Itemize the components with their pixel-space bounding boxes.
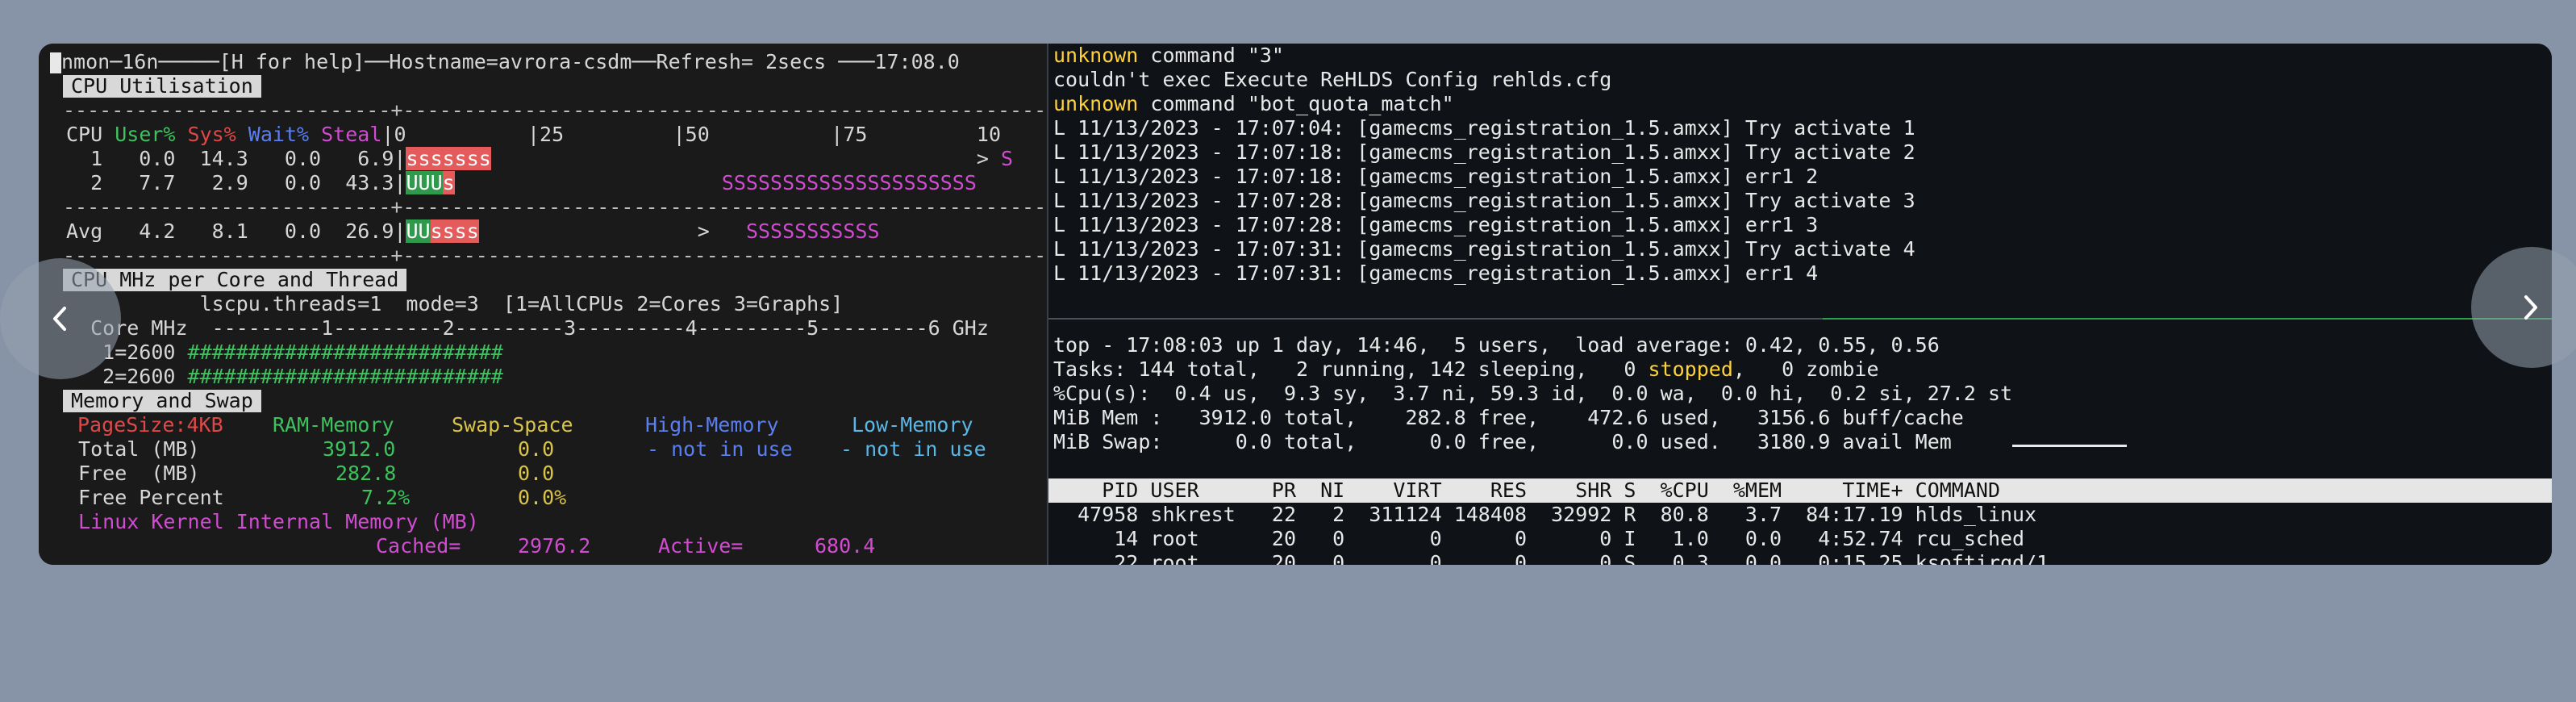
mem-free-label: Free (MB) [66, 462, 200, 485]
mhz-row-2: 2=2600 ########################## [66, 365, 503, 388]
steal-underline [2012, 445, 2127, 447]
process-row[interactable]: 47958 shkrest 22 2 311124 148408 32992 R… [1053, 503, 2036, 527]
dash-separator: ---------------------------+------------… [63, 244, 1047, 267]
core-mhz-scale: Core MHz ---------1---------2---------3-… [66, 316, 989, 340]
mem-total-high: - not in use [647, 437, 793, 461]
mhz-row-1: 1=2600 ########################## [66, 341, 503, 364]
kernel-memory-title: Linux Kernel Internal Memory (MB) [66, 510, 479, 533]
chevron-right-icon [2524, 295, 2537, 320]
top-tasks: Tasks: 144 total, 2 running, 142 sleepin… [1053, 357, 1879, 381]
dash-separator: ---------------------------+------------… [63, 98, 1047, 122]
mhz-section-header: CPU MHz per Core and Thread [63, 268, 407, 292]
mem-section-header: Memory and Swap [63, 389, 261, 413]
mem-free-swap: 0.0 [518, 462, 555, 485]
top-mem: MiB Mem : 3912.0 total, 282.8 free, 472.… [1053, 406, 1964, 429]
cached-value: 2976.2 [518, 534, 591, 558]
console-line: unknown command "3" [1053, 44, 1284, 67]
mem-free-percent-swap: 0.0% [518, 486, 567, 509]
mem-total-label: Total (MB) [66, 437, 200, 461]
mem-free-percent-ram: 7.2% [361, 486, 411, 509]
console-line: L 11/13/2023 - 17:07:31: [gamecms_regist… [1053, 261, 1819, 285]
ram-memory-header: RAM-Memory [273, 413, 394, 437]
mem-free-percent-label: Free Percent [66, 486, 224, 509]
cpu-row-2: 2 7.7 2.9 0.0 43.3|UUUs SSSSSSSSSSSSSSSS… [66, 171, 977, 194]
top-column-header-bar: PID USER PR NI VIRT RES SHR S %CPU %MEM … [1048, 478, 2552, 503]
cpu-2-sys-bar: s [442, 171, 455, 194]
avg-sys-bar: ssss [430, 219, 479, 243]
console-line: L 11/13/2023 - 17:07:04: [gamecms_regist… [1053, 116, 1915, 140]
avg-user-bar: UU [406, 219, 431, 243]
lscpu-line: lscpu.threads=1 mode=3 [1=AllCPUs 2=Core… [66, 292, 844, 315]
top-swap: MiB Swap: 0.0 total, 0.0 free, 0.0 used.… [1053, 430, 1952, 453]
mem-total-low: - not in use [840, 437, 986, 461]
console-top-pane[interactable]: unknown command "3" couldn't exec Execut… [1048, 44, 2552, 565]
console-line: L 11/13/2023 - 17:07:31: [gamecms_regist… [1053, 237, 1915, 261]
top-column-header: PID USER PR NI VIRT RES SHR S %CPU %MEM … [1053, 478, 2000, 502]
screenshot-frame: nmon─16n─────[H for help]──Hostname=avro… [39, 44, 2552, 565]
active-label: Active= [658, 534, 744, 558]
console-line: couldn't exec Execute ReHLDS Config rehl… [1053, 68, 1612, 91]
cpu-2-user-bar: UUU [406, 171, 443, 194]
mem-total-ram: 3912.0 [323, 437, 396, 461]
mem-total-swap: 0.0 [518, 437, 555, 461]
top-summary: top - 17:08:03 up 1 day, 14:46, 5 users,… [1053, 333, 1940, 357]
terminal-cursor [50, 52, 61, 73]
console-line: L 11/13/2023 - 17:07:28: [gamecms_regist… [1053, 189, 1915, 212]
console-line: unknown command "bot_quota_match" [1053, 92, 1454, 115]
cpu-1-sys-bar: sssssss [406, 147, 491, 170]
process-row[interactable]: 22 root 20 0 0 0 0 S 0.3 0.0 0:15.25 kso… [1053, 551, 2049, 565]
console-line: L 11/13/2023 - 17:07:18: [gamecms_regist… [1053, 140, 1915, 164]
mem-free-ram: 282.8 [336, 462, 397, 485]
chevron-left-icon [53, 307, 66, 331]
pane-separator-active [1823, 318, 2552, 320]
console-line: L 11/13/2023 - 17:07:18: [gamecms_regist… [1053, 165, 1819, 188]
active-value: 680.4 [815, 534, 876, 558]
pagesize-label: PageSize:4KB [77, 413, 223, 437]
dash-separator: ---------------------------+------------… [63, 195, 1047, 219]
process-row[interactable]: 14 root 20 0 0 0 0 I 1.0 0.0 4:52.74 rcu… [1053, 527, 2024, 551]
cpu-section-header: CPU Utilisation [63, 74, 261, 98]
cached-label: Cached= [376, 534, 461, 558]
top-cpu: %Cpu(s): 0.4 us, 9.3 sy, 3.7 ni, 59.3 id… [1053, 382, 2013, 405]
cpu-row-1: 1 0.0 14.3 0.0 6.9|sssssss > S [66, 147, 1014, 170]
high-memory-header: High-Memory [645, 413, 779, 437]
nmon-pane[interactable]: nmon─16n─────[H for help]──Hostname=avro… [39, 44, 1047, 565]
low-memory-header: Low-Memory [852, 413, 973, 437]
nmon-title-bar: nmon─16n─────[H for help]──Hostname=avro… [50, 50, 960, 74]
console-line: L 11/13/2023 - 17:07:28: [gamecms_regist… [1053, 213, 1819, 236]
previous-slide-button[interactable] [0, 258, 121, 379]
cpu-avg-row: Avg 4.2 8.1 0.0 26.9|UUssss > SSSSSSSSSS… [66, 219, 880, 243]
swap-space-header: Swap-Space [452, 413, 573, 437]
cpu-column-header: CPU User% Sys% Wait% Steal|0 |25 |50 |75… [66, 123, 1002, 146]
